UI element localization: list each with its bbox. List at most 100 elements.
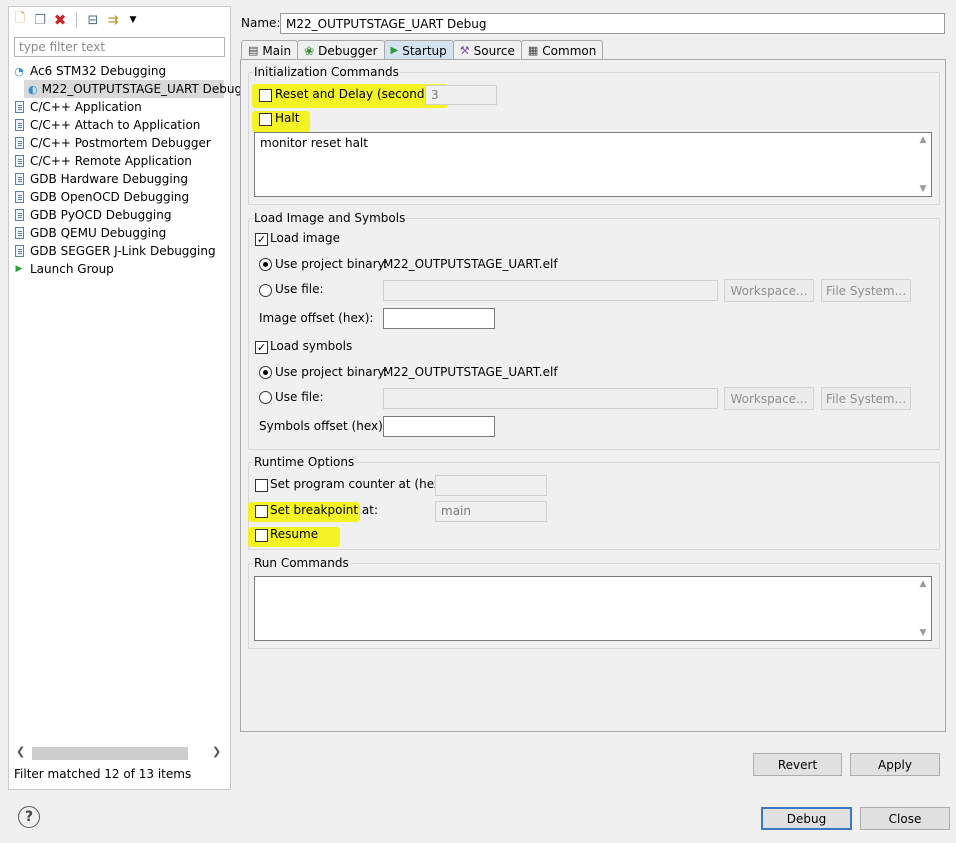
tree-item-cpp-application[interactable]: C/C++ Application	[12, 98, 142, 116]
scroll-down-icon[interactable]: ▼	[920, 184, 927, 194]
use-project-binary-label: Use project binary:	[275, 365, 388, 379]
tree-item-cpp-remote[interactable]: C/C++ Remote Application	[12, 152, 192, 170]
tree-item-label: C/C++ Attach to Application	[30, 118, 201, 132]
init-commands-textarea[interactable]: monitor reset halt ▲ ▼	[254, 132, 932, 197]
tree-item-cpp-postmortem[interactable]: C/C++ Postmortem Debugger	[12, 134, 211, 152]
symbols-offset-input[interactable]	[383, 416, 495, 437]
load-image-label: Load image	[270, 231, 340, 245]
tree-toolbar: 🗋 ❐ ✖ ⊟ ⇉ ▼	[12, 10, 141, 30]
scroll-right-icon[interactable]: ❯	[212, 745, 221, 758]
set-breakpoint-label: Set breakpoint at:	[270, 503, 379, 517]
startup-tab-icon: ▶	[390, 45, 399, 56]
tree-item-label: C/C++ Postmortem Debugger	[30, 136, 211, 150]
image-offset-label: Image offset (hex):	[259, 311, 374, 325]
scroll-up-icon[interactable]: ▲	[920, 579, 927, 589]
pc-address-input[interactable]	[435, 475, 547, 496]
dropdown-arrow-icon[interactable]: ▼	[125, 12, 141, 28]
halt-label: Halt	[275, 111, 300, 125]
scroll-up-icon[interactable]: ▲	[920, 135, 927, 145]
tab-main[interactable]: ▤ Main	[241, 40, 299, 60]
textarea-scrollbar[interactable]: ▲ ▼	[918, 579, 928, 638]
use-file-label: Use file:	[275, 390, 324, 404]
main-tab-icon: ▤	[248, 44, 259, 57]
delay-seconds-input[interactable]: 3	[425, 85, 497, 105]
help-icon[interactable]: ?	[18, 806, 40, 828]
duplicate-icon[interactable]: ❐	[32, 12, 48, 28]
revert-button[interactable]: Revert	[753, 753, 842, 776]
debug-button[interactable]: Debug	[761, 807, 852, 830]
image-file-input[interactable]	[383, 280, 718, 301]
image-offset-input[interactable]	[383, 308, 495, 329]
runtime-options-title: Runtime Options	[253, 455, 356, 469]
tab-startup[interactable]: ▶ Startup	[383, 40, 454, 60]
tree-item-label: Ac6 STM32 Debugging	[30, 64, 167, 78]
delete-icon[interactable]: ✖	[52, 11, 68, 29]
run-commands-textarea[interactable]: ▲ ▼	[254, 576, 932, 641]
image-workspace-button[interactable]: Workspace...	[724, 279, 814, 302]
scrollbar-thumb[interactable]	[32, 747, 188, 760]
filter-icon[interactable]: ⇉	[105, 12, 121, 28]
filter-input[interactable]	[14, 37, 225, 57]
set-pc-label: Set program counter at (hex):	[270, 477, 450, 491]
tree-item-gdb-qemu[interactable]: GDB QEMU Debugging	[12, 224, 166, 242]
doc-icon	[12, 172, 26, 186]
image-use-file-radio[interactable]	[259, 284, 272, 297]
reset-delay-checkbox[interactable]	[259, 89, 272, 102]
debug-config-icon: ◐	[28, 82, 38, 96]
doc-icon	[12, 244, 26, 258]
tree-item-label: C/C++ Remote Application	[30, 154, 192, 168]
set-breakpoint-checkbox[interactable]	[255, 505, 268, 518]
image-use-project-binary-radio[interactable]	[259, 258, 272, 271]
tree-item-launch-group[interactable]: ▶ Launch Group	[12, 260, 114, 278]
toolbar-divider	[76, 12, 77, 28]
init-commands-title: Initialization Commands	[253, 65, 400, 79]
tree-item-m22-debug[interactable]: ◐ M22_OUTPUTSTAGE_UART Debug	[24, 80, 242, 98]
doc-icon	[12, 190, 26, 204]
scroll-down-icon[interactable]: ▼	[920, 628, 927, 638]
image-binary-name: M22_OUTPUTSTAGE_UART.elf	[383, 257, 558, 271]
use-project-binary-label: Use project binary:	[275, 257, 388, 271]
collapse-all-icon[interactable]: ⊟	[85, 12, 101, 28]
tab-common[interactable]: ▦ Common	[520, 40, 604, 60]
resume-label: Resume	[270, 527, 319, 541]
config-tabs: ▤ Main ❀ Debugger ▶ Startup ⚒ Source ▦ C…	[241, 40, 604, 60]
symbols-filesystem-button[interactable]: File System...	[821, 387, 911, 410]
set-pc-checkbox[interactable]	[255, 479, 268, 492]
image-filesystem-button[interactable]: File System...	[821, 279, 911, 302]
doc-icon	[12, 136, 26, 150]
new-config-icon[interactable]: 🗋	[12, 11, 28, 28]
symbols-use-project-binary-radio[interactable]	[259, 366, 272, 379]
load-symbols-checkbox[interactable]	[255, 341, 268, 354]
close-button[interactable]: Close	[860, 807, 950, 830]
tab-label: Debugger	[318, 43, 378, 58]
load-image-checkbox[interactable]	[255, 233, 268, 246]
symbols-workspace-button[interactable]: Workspace...	[724, 387, 814, 410]
tree-item-label: Launch Group	[30, 262, 114, 276]
symbols-offset-label: Symbols offset (hex):	[259, 419, 387, 433]
apply-button[interactable]: Apply	[850, 753, 940, 776]
textarea-scrollbar[interactable]: ▲ ▼	[918, 135, 928, 194]
tab-debugger[interactable]: ❀ Debugger	[297, 40, 385, 60]
tree-item-gdb-pyocd[interactable]: GDB PyOCD Debugging	[12, 206, 171, 224]
scroll-left-icon[interactable]: ❮	[16, 745, 25, 758]
breakpoint-input[interactable]: main	[435, 501, 547, 522]
tab-label: Source	[473, 43, 515, 58]
debugger-tab-icon: ❀	[304, 43, 315, 58]
doc-icon	[12, 100, 26, 114]
tree-item-cpp-attach[interactable]: C/C++ Attach to Application	[12, 116, 200, 134]
halt-checkbox[interactable]	[259, 113, 272, 126]
tree-item-label: GDB OpenOCD Debugging	[30, 190, 190, 204]
tree-item-label: C/C++ Application	[30, 100, 142, 114]
symbols-file-input[interactable]	[383, 388, 718, 409]
tree-item-gdb-segger[interactable]: GDB SEGGER J-Link Debugging	[12, 242, 216, 260]
init-commands-text: monitor reset halt	[260, 136, 368, 150]
tree-item-gdb-openocd[interactable]: GDB OpenOCD Debugging	[12, 188, 189, 206]
tree-item-label: GDB PyOCD Debugging	[30, 208, 172, 222]
symbols-use-file-radio[interactable]	[259, 391, 272, 404]
resume-checkbox[interactable]	[255, 529, 268, 542]
tree-item-label: GDB Hardware Debugging	[30, 172, 188, 186]
config-name-input[interactable]	[280, 13, 945, 34]
tab-source[interactable]: ⚒ Source	[452, 40, 522, 60]
tree-item-gdb-hardware[interactable]: GDB Hardware Debugging	[12, 170, 188, 188]
tree-item-ac6-stm32[interactable]: ◔ Ac6 STM32 Debugging	[12, 62, 166, 80]
